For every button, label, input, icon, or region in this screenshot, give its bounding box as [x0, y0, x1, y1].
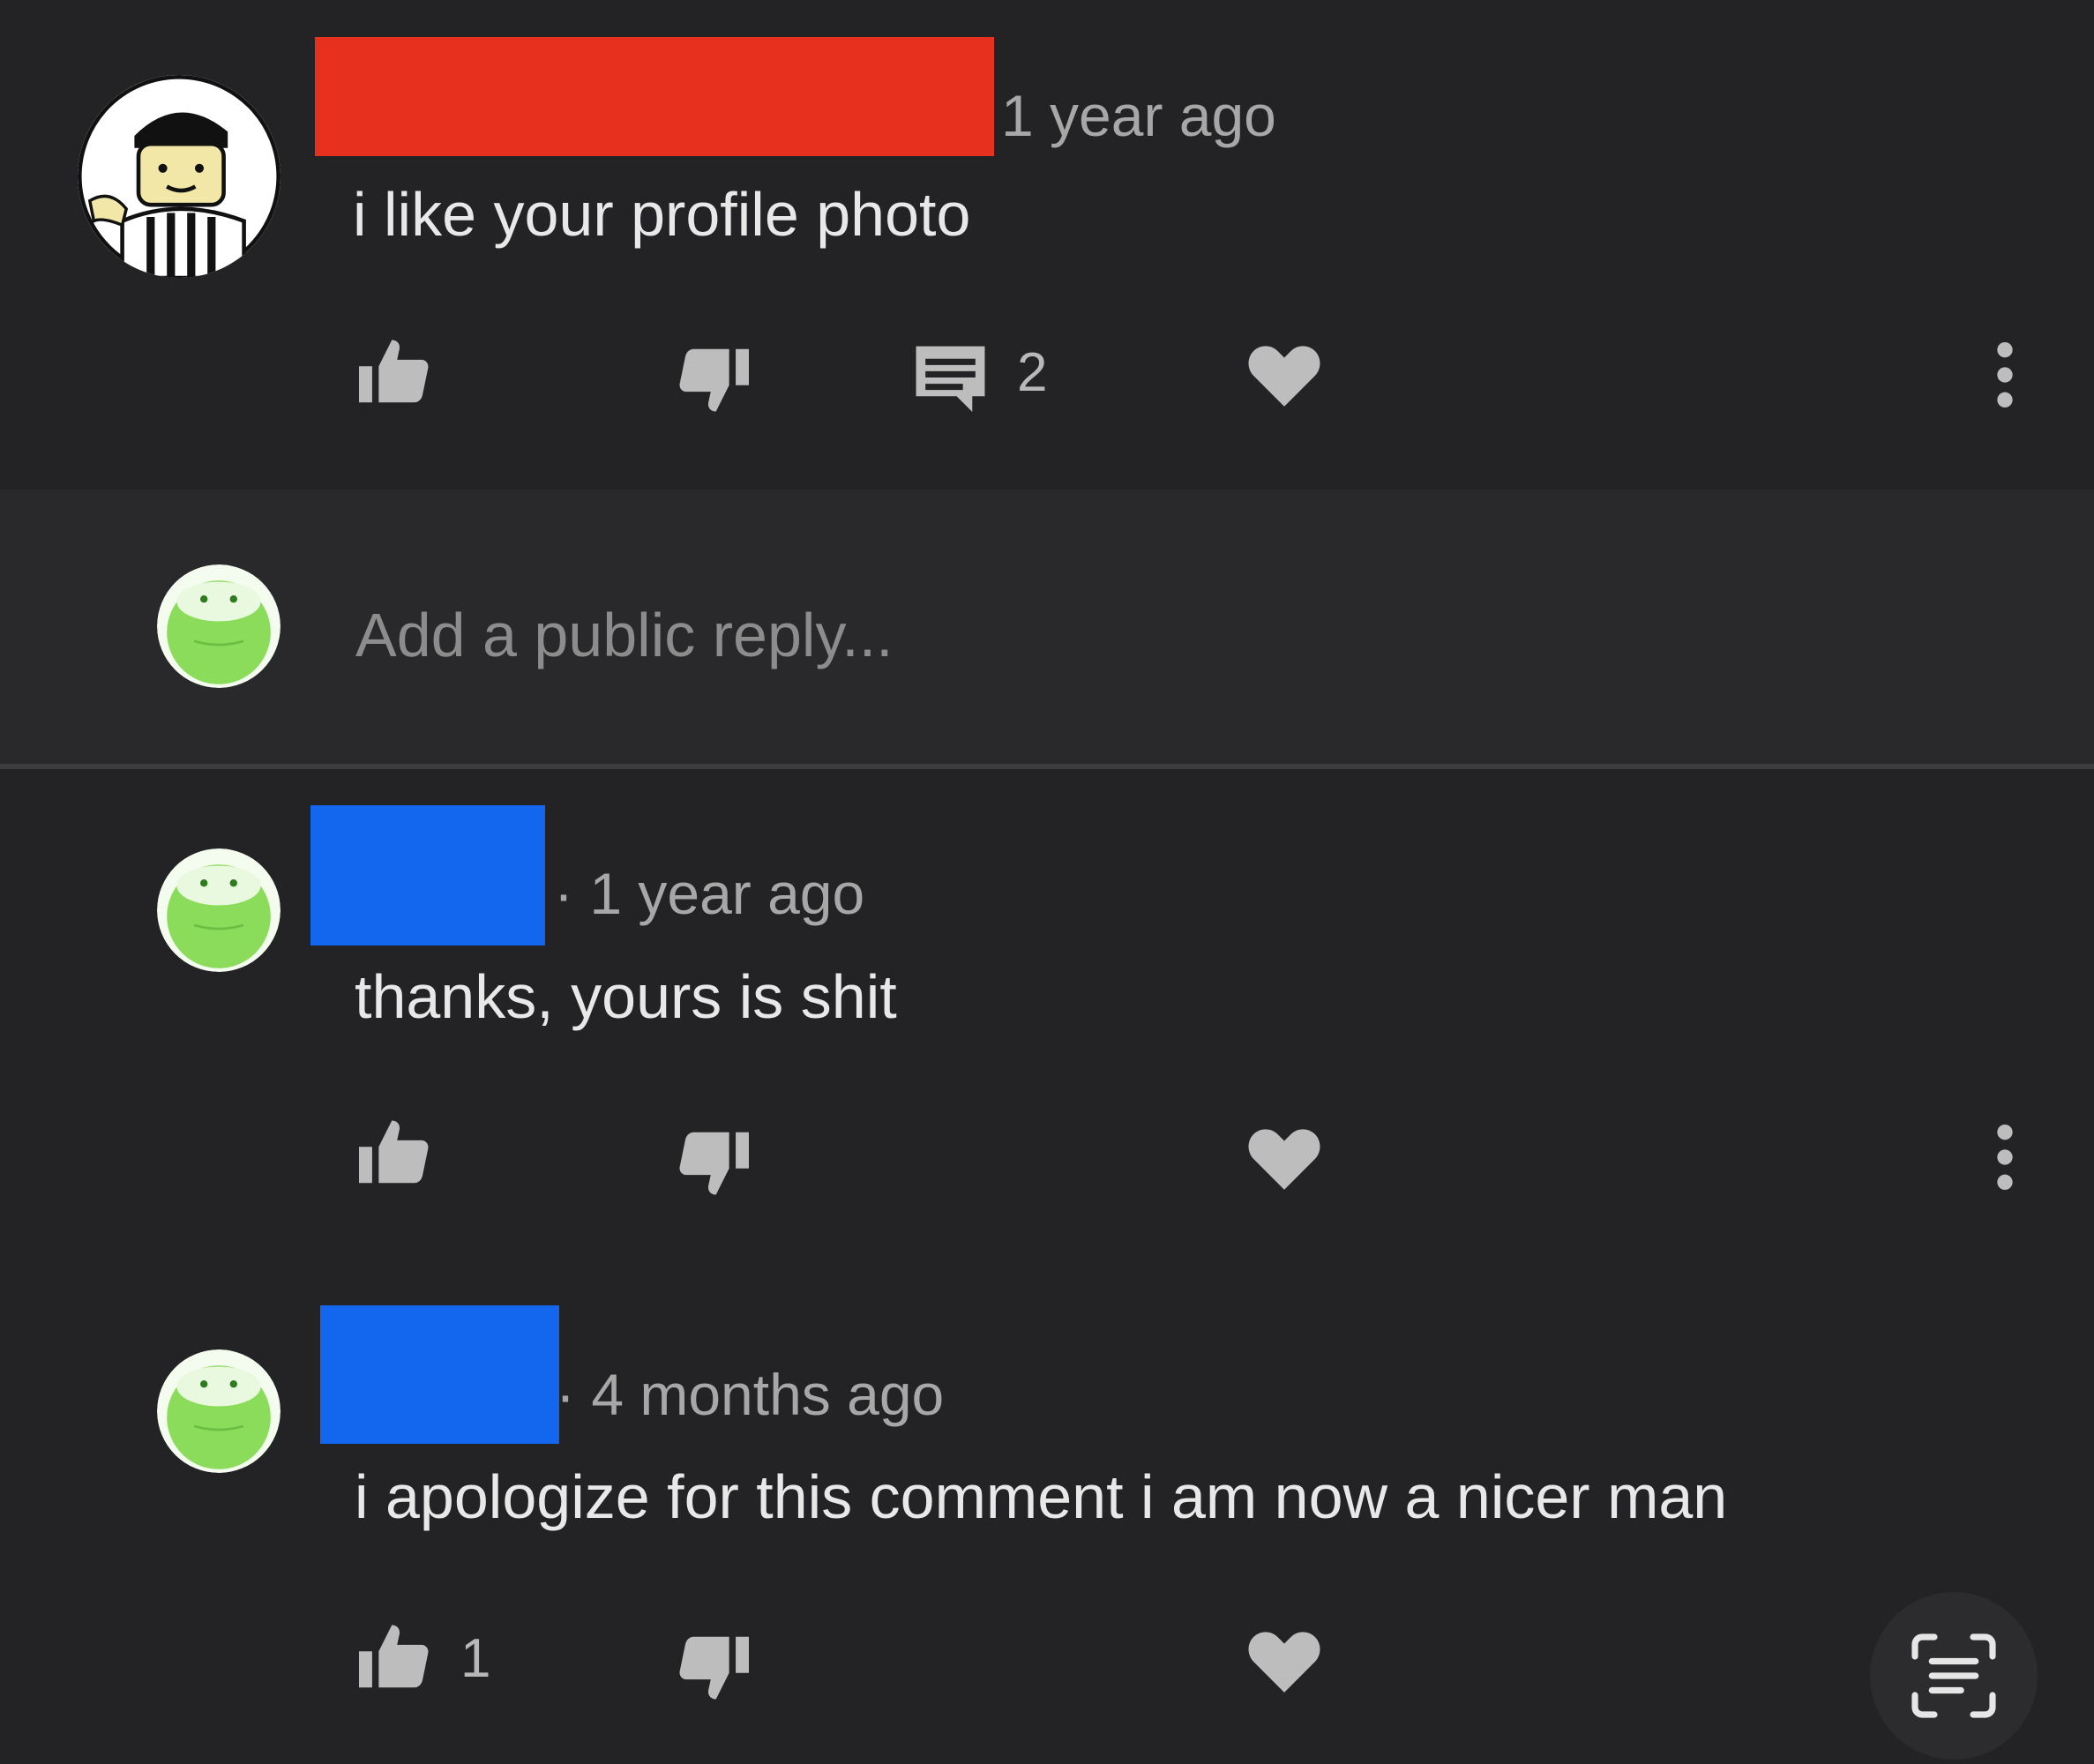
comment-text: i apologize for this comment i am now a …	[355, 1462, 1728, 1531]
divider	[0, 764, 2094, 769]
reply-input[interactable]: Add a public reply...	[355, 604, 894, 666]
avatar	[157, 564, 280, 688]
text-scan-button[interactable]	[1870, 1592, 2038, 1760]
redacted-username	[320, 1305, 559, 1444]
thumbs-up-icon[interactable]	[355, 1618, 436, 1691]
comment-timestamp: · 1 year ago	[554, 861, 865, 926]
reply-count: 2	[1017, 342, 1048, 403]
comment-thread: 1 year ago i like your profile photo 2 A…	[0, 0, 2094, 1764]
heart-icon[interactable]	[1248, 1123, 1320, 1193]
heart-icon[interactable]	[1248, 1626, 1320, 1696]
heart-icon[interactable]	[1248, 340, 1320, 410]
avatar[interactable]	[157, 1349, 280, 1473]
reply-section	[0, 490, 2094, 769]
comment-timestamp: · 4 months ago	[556, 1362, 945, 1427]
avatar[interactable]	[157, 848, 280, 972]
comment-timestamp: 1 year ago	[1001, 83, 1276, 148]
thumbs-down-icon[interactable]	[672, 1633, 753, 1706]
comment-text: thanks, yours is shit	[355, 962, 897, 1031]
more-vertical-icon[interactable]	[1989, 340, 2021, 410]
like-count: 1	[460, 1628, 491, 1689]
thumbs-up-icon[interactable]	[355, 333, 436, 406]
comment-text: i like your profile photo	[353, 180, 971, 249]
thumbs-down-icon[interactable]	[672, 346, 753, 418]
text-scan-icon	[1905, 1627, 2002, 1724]
redacted-username	[310, 805, 545, 946]
comment-icon[interactable]	[913, 342, 988, 413]
avatar[interactable]	[78, 75, 280, 278]
thumbs-down-icon[interactable]	[672, 1129, 753, 1201]
redacted-username	[315, 37, 994, 156]
more-vertical-icon[interactable]	[1989, 1122, 2021, 1192]
thumbs-up-icon[interactable]	[355, 1114, 436, 1186]
